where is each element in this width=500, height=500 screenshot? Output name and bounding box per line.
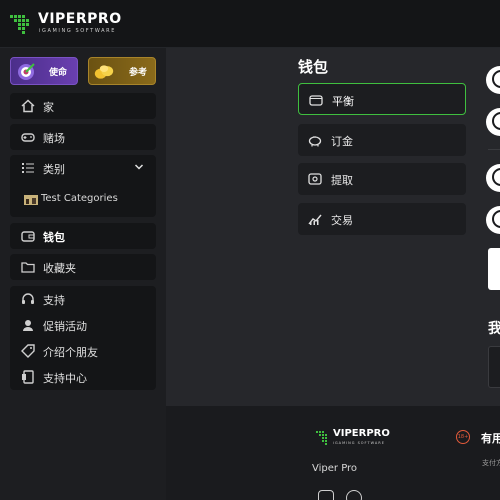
main-content: 钱包 平衡 订金 提取 交易 我	[166, 48, 500, 406]
menu-item-label: 提取	[331, 174, 353, 187]
section-title: 我	[488, 321, 500, 337]
info-card	[488, 346, 500, 388]
chart-icon	[308, 214, 322, 225]
currency-icon	[492, 112, 500, 130]
social-icon[interactable]	[346, 490, 362, 500]
sidebar-item-wallet[interactable]: 钱包	[10, 223, 156, 249]
top-header: VIPERPRO iGAMING SOFTWARE	[0, 0, 500, 48]
sidebar-item-test-categories[interactable]: Test Categories	[10, 187, 156, 213]
wallet-icon	[21, 231, 35, 242]
document-icon	[22, 370, 34, 384]
sidebar-item-label: 赌场	[43, 132, 65, 145]
wallet-menu-transactions[interactable]: 交易	[298, 203, 466, 235]
sidebar-item-promotions[interactable]: 促销活动	[10, 312, 156, 338]
nav-group-wallet: 钱包	[10, 223, 156, 249]
mission-promo-button[interactable]: 使命	[10, 57, 78, 85]
divider	[488, 149, 500, 150]
brand-logo[interactable]: VIPERPRO iGAMING SOFTWARE	[10, 10, 130, 38]
sidebar-item-support[interactable]: 支持	[10, 286, 156, 312]
sidebar-item-label: 促销活动	[43, 320, 87, 333]
brand-tagline: iGAMING SOFTWARE	[39, 28, 116, 34]
balance-currency-pill[interactable]	[486, 108, 500, 136]
nav-group-favorites: 收藏夹	[10, 254, 156, 280]
currency-icon	[492, 70, 500, 88]
target-icon	[18, 63, 35, 80]
sidebar-item-label: 介绍个朋友	[43, 346, 98, 359]
nav-group-home: 家	[10, 93, 156, 119]
brand-name: VIPERPRO	[38, 11, 122, 27]
wallet-icon	[309, 95, 323, 106]
sidebar-item-label: 支持	[43, 294, 65, 307]
sidebar-item-favorites[interactable]: 收藏夹	[10, 254, 156, 280]
sidebar-item-label: 类别	[43, 163, 65, 176]
viper-logo-icon	[10, 15, 29, 34]
headset-icon	[22, 293, 34, 304]
menu-item-label: 交易	[331, 214, 353, 227]
sidebar-item-casino[interactable]: 赌场	[10, 124, 156, 150]
menu-item-label: 订金	[331, 135, 353, 148]
viper-logo-icon	[316, 431, 327, 445]
menu-item-label: 平衡	[332, 95, 354, 108]
sidebar-item-refer-friend[interactable]: 介绍个朋友	[10, 338, 156, 364]
mission-label: 使命	[49, 68, 68, 78]
home-icon	[21, 99, 35, 113]
withdraw-icon	[308, 173, 322, 185]
coins-icon	[94, 65, 114, 79]
nav-group-support: 支持 促销活动 介绍个朋友 支持中心	[10, 286, 156, 390]
piggy-bank-icon	[308, 136, 322, 147]
currency-icon	[492, 168, 500, 186]
sidebar-item-help-center[interactable]: 支持中心	[10, 364, 156, 390]
sidebar-item-label: 收藏夹	[43, 262, 76, 275]
sidebar: 使命 参考 家 赌场 类别 Test Categories 钱包 收藏夹 支持 …	[0, 48, 166, 500]
chevron-down-icon[interactable]	[134, 162, 144, 172]
sidebar-item-categories[interactable]: 类别	[10, 155, 156, 181]
sidebar-item-label: 支持中心	[43, 372, 87, 385]
sidebar-item-label: 家	[43, 101, 54, 114]
nav-group-casino: 赌场	[10, 124, 156, 150]
sidebar-item-label: 钱包	[43, 231, 65, 244]
age-restriction-badge: 18+	[456, 430, 470, 444]
tag-icon	[21, 344, 35, 358]
footer-useful-heading: 有用	[481, 432, 500, 445]
footer-brand-name: VIPERPRO	[333, 428, 390, 439]
footer-payment-text: 支付方	[482, 459, 500, 467]
footer-site-name: Viper Pro	[312, 463, 358, 474]
wallet-menu-deposit[interactable]: 订金	[298, 124, 466, 156]
footer-brand-tagline: iGAMING SOFTWARE	[333, 441, 385, 445]
balance-currency-pill[interactable]	[486, 66, 500, 94]
balance-currency-pill[interactable]	[486, 164, 500, 192]
wallet-menu-balance[interactable]: 平衡	[298, 83, 466, 115]
sidebar-subitem-label: Test Categories	[41, 193, 118, 204]
reference-label: 参考	[129, 68, 148, 78]
page-title: 钱包	[298, 58, 329, 76]
footer-logo[interactable]: VIPERPRO iGAMING SOFTWARE	[316, 428, 390, 450]
gamepad-icon	[21, 133, 35, 142]
category-thumbnail-icon	[24, 195, 38, 205]
instagram-icon[interactable]	[318, 490, 334, 500]
nav-group-categories: 类别 Test Categories	[10, 155, 156, 217]
balance-card	[488, 248, 500, 290]
list-icon	[22, 163, 34, 173]
user-badge-icon	[23, 320, 33, 331]
currency-icon	[492, 210, 500, 228]
folder-icon	[21, 262, 35, 273]
footer: VIPERPRO iGAMING SOFTWARE Viper Pro 18+ …	[166, 406, 500, 500]
wallet-menu-withdraw[interactable]: 提取	[298, 163, 466, 195]
sidebar-item-home[interactable]: 家	[10, 93, 156, 119]
reference-promo-button[interactable]: 参考	[88, 57, 156, 85]
balance-currency-pill[interactable]	[486, 206, 500, 234]
